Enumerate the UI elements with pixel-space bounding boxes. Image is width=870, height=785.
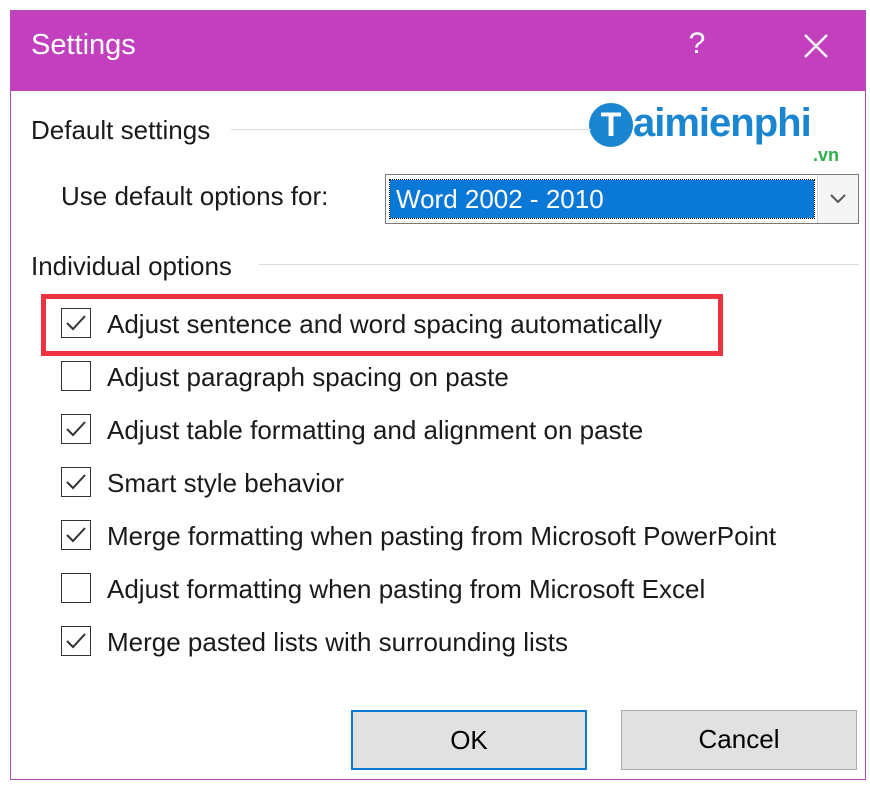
checkmark-icon bbox=[66, 315, 86, 331]
logo-mark: T bbox=[589, 103, 633, 147]
cancel-button[interactable]: Cancel bbox=[621, 710, 857, 770]
checkmark-icon bbox=[66, 527, 86, 543]
group-divider bbox=[259, 264, 859, 265]
option-label: Merge pasted lists with surrounding list… bbox=[107, 627, 568, 657]
checkbox-checked[interactable] bbox=[61, 467, 91, 497]
close-icon bbox=[804, 34, 828, 58]
ok-button[interactable]: OK bbox=[351, 710, 587, 770]
watermark-logo: T aimienphi .vn bbox=[589, 99, 857, 169]
default-settings-heading: Default settings bbox=[31, 115, 219, 146]
option-label: Adjust sentence and word spacing automat… bbox=[107, 309, 662, 339]
chevron-down-icon bbox=[830, 194, 846, 204]
select-dropdown-button[interactable] bbox=[817, 175, 858, 223]
individual-options-heading: Individual options bbox=[31, 251, 240, 282]
option-label: Merge formatting when pasting from Micro… bbox=[107, 521, 777, 551]
title-bar[interactable]: Settings ? bbox=[11, 11, 865, 91]
help-button[interactable]: ? bbox=[679, 27, 715, 67]
close-button[interactable] bbox=[796, 25, 836, 69]
settings-dialog: Settings ? T aimienphi .vn Default setti… bbox=[10, 10, 866, 780]
logo-domain: .vn bbox=[813, 145, 840, 165]
option-label: Adjust formatting when pasting from Micr… bbox=[107, 574, 706, 604]
checkbox-checked[interactable] bbox=[61, 520, 91, 550]
default-options-label: Use default options for: bbox=[61, 181, 329, 211]
default-options-select[interactable]: Word 2002 - 2010 bbox=[385, 174, 859, 224]
checkmark-icon bbox=[66, 421, 86, 437]
checkmark-icon bbox=[66, 474, 86, 490]
checkmark-icon bbox=[66, 633, 86, 649]
option-label: Adjust paragraph spacing on paste bbox=[107, 362, 509, 392]
checkbox-checked[interactable] bbox=[61, 308, 91, 338]
group-divider bbox=[231, 129, 591, 130]
checkbox-unchecked[interactable] bbox=[61, 361, 91, 391]
select-value: Word 2002 - 2010 bbox=[389, 179, 815, 219]
option-label: Adjust table formatting and alignment on… bbox=[107, 415, 644, 445]
checkbox-unchecked[interactable] bbox=[61, 573, 91, 603]
logo-text: aimienphi bbox=[633, 101, 812, 145]
checkbox-checked[interactable] bbox=[61, 626, 91, 656]
checkbox-checked[interactable] bbox=[61, 414, 91, 444]
dialog-title: Settings bbox=[31, 29, 136, 61]
option-label: Smart style behavior bbox=[107, 468, 344, 498]
